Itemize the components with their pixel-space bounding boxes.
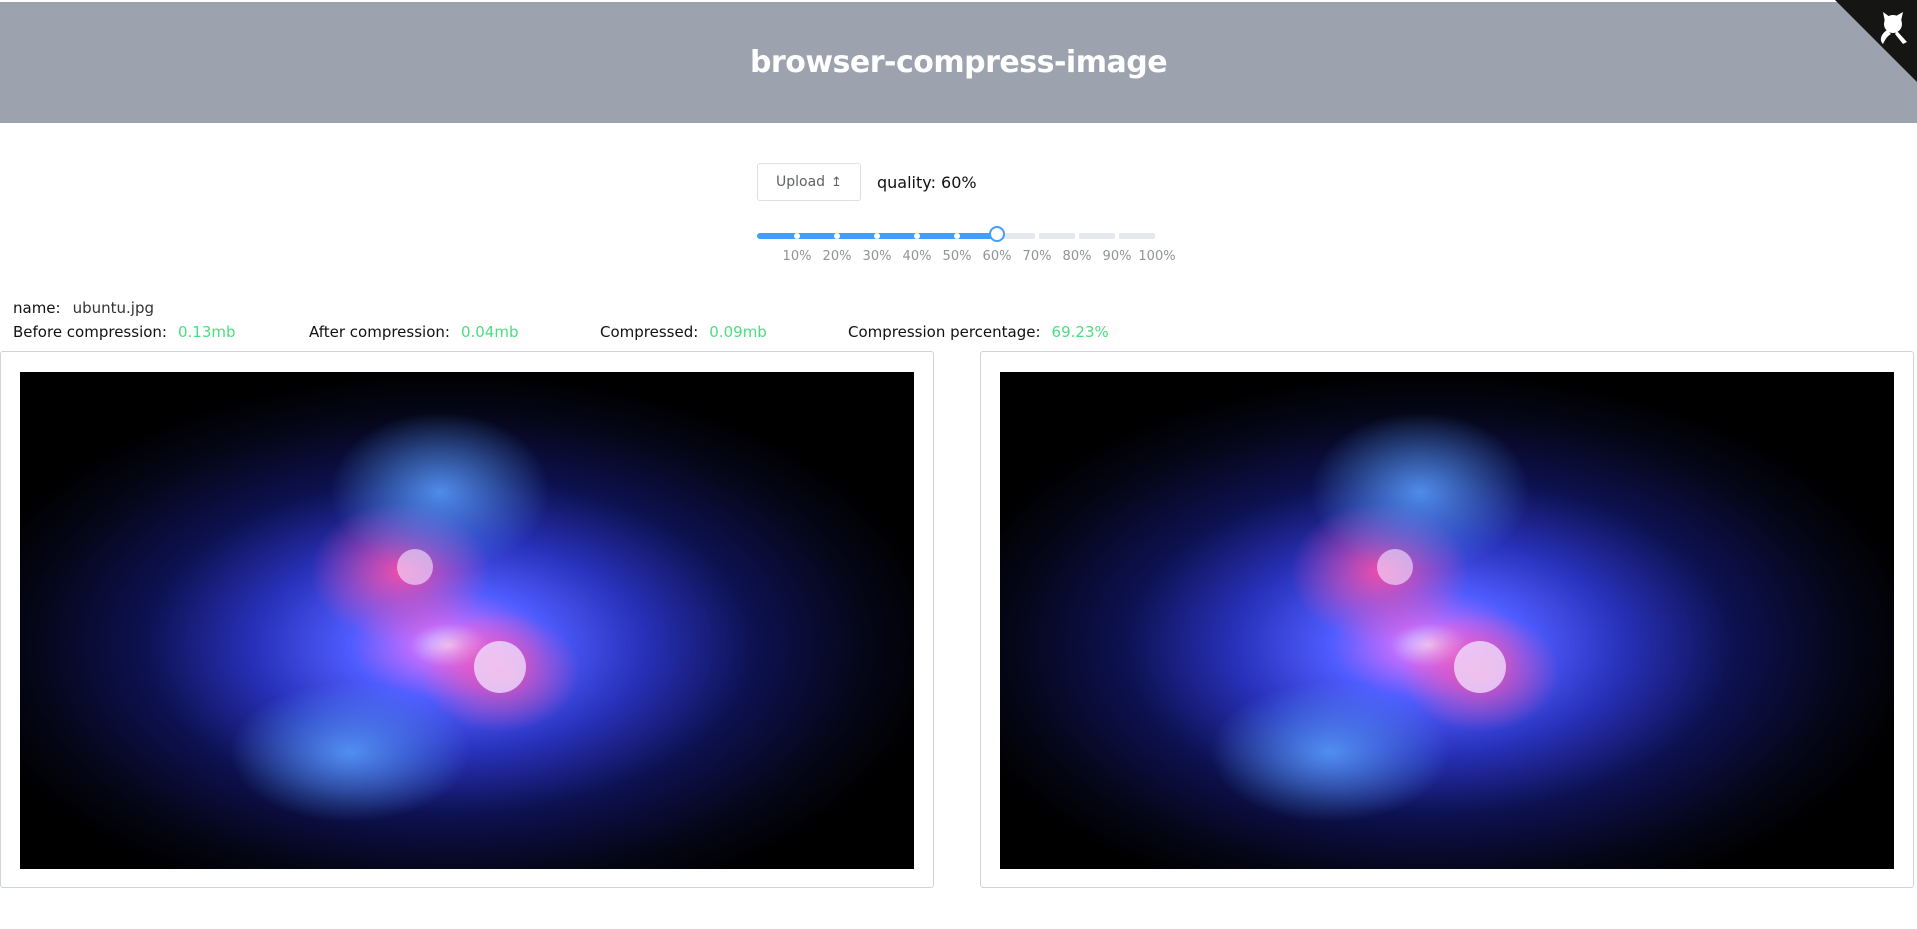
- slider-mark-label: 30%: [862, 249, 892, 264]
- slider-mark-label: 70%: [1022, 249, 1052, 264]
- name-label: name:: [13, 299, 61, 317]
- compressed-label: Compressed:: [600, 323, 699, 341]
- slider-stop: [954, 233, 960, 239]
- compressed-image-panel: [980, 351, 1914, 888]
- percentage-label: Compression percentage:: [848, 323, 1041, 341]
- original-image-panel: [0, 351, 934, 888]
- file-name-row: name: ubuntu.jpg: [13, 296, 1109, 320]
- percentage-value: 69.23%: [1051, 323, 1109, 341]
- slider-stop: [834, 233, 840, 239]
- slider-mark-label: 50%: [942, 249, 972, 264]
- slider-track-segment: [1119, 233, 1155, 239]
- slider-mark-label: 20%: [822, 249, 852, 264]
- file-name-value: ubuntu.jpg: [72, 299, 155, 317]
- slider-stop: [874, 233, 880, 239]
- compression-percentage-stat: Compression percentage: 69.23%: [848, 323, 1109, 341]
- quality-label: quality: 60%: [877, 172, 977, 192]
- compression-info: name: ubuntu.jpg Before compression: 0.1…: [13, 296, 1109, 344]
- github-cat-icon: [1835, 0, 1917, 82]
- page-title: browser-compress-image: [749, 45, 1168, 80]
- github-corner-link[interactable]: [1835, 0, 1917, 82]
- slider-thumb[interactable]: [989, 226, 1005, 242]
- slider-stop: [794, 233, 800, 239]
- slider-mark-label: 100%: [1138, 249, 1176, 264]
- compressed-stat: Compressed: 0.09mb: [600, 323, 848, 341]
- upload-controls: Upload ↥ quality: 60%: [757, 163, 977, 201]
- before-label: Before compression:: [13, 323, 167, 341]
- compressed-image: [1000, 372, 1894, 869]
- before-value: 0.13mb: [177, 323, 236, 341]
- after-value: 0.04mb: [460, 323, 519, 341]
- before-compression-stat: Before compression: 0.13mb: [13, 323, 309, 341]
- upload-arrow-icon: ↥: [831, 174, 842, 190]
- slider-track-segment: [1039, 233, 1075, 239]
- upload-button-label: Upload: [776, 174, 826, 190]
- slider-mark-label: 90%: [1102, 249, 1132, 264]
- compressed-value: 0.09mb: [709, 323, 767, 341]
- slider-mark-label: 80%: [1062, 249, 1092, 264]
- upload-button[interactable]: Upload ↥: [757, 163, 861, 201]
- slider-stop: [914, 233, 920, 239]
- slider-track-segment: [1079, 233, 1115, 239]
- slider-mark-label: 40%: [902, 249, 932, 264]
- slider-mark-label: 60%: [982, 249, 1012, 264]
- after-compression-stat: After compression: 0.04mb: [309, 323, 600, 341]
- quality-slider[interactable]: 10% 20% 30% 40% 50% 60% 70% 80% 90% 100%: [757, 225, 1176, 265]
- slider-mark-label: 10%: [782, 249, 812, 264]
- stats-row: Before compression: 0.13mb After compres…: [13, 320, 1109, 344]
- header-bar: browser-compress-image: [0, 2, 1917, 123]
- original-image: [20, 372, 914, 869]
- after-label: After compression:: [309, 323, 450, 341]
